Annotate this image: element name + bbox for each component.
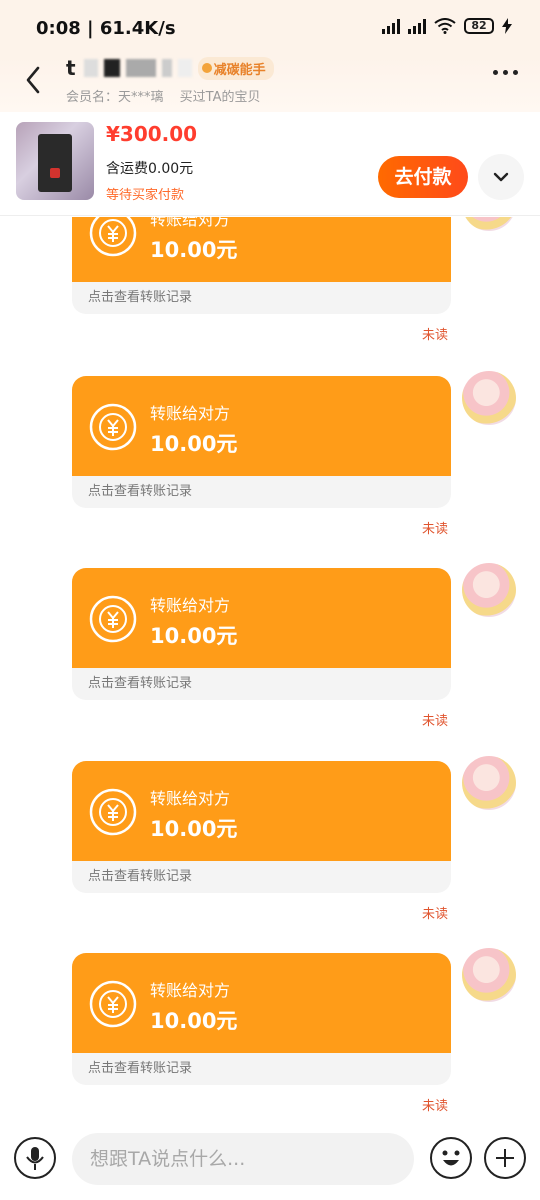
signal-icon-2: [408, 18, 426, 34]
unread-status: 未读: [422, 328, 449, 343]
contact-title: t 减碳能手: [66, 56, 274, 80]
order-card[interactable]: ¥300.00 含运费0.00元 等待买家付款 去付款: [0, 112, 540, 216]
transfer-amount: 10.00元: [150, 817, 238, 841]
pay-button[interactable]: 去付款: [378, 156, 468, 198]
low-carbon-badge: 减碳能手: [197, 56, 274, 80]
transfer-amount: 10.00元: [150, 624, 238, 648]
wifi-icon: [434, 18, 456, 34]
shipping-info: 含运费0.00元: [106, 161, 194, 177]
transfer-record-link[interactable]: 点击查看转账记录: [72, 1053, 451, 1085]
redacted-name: [83, 59, 192, 77]
transfer-yuan-icon: [89, 595, 137, 643]
transfer-yuan-icon: [89, 403, 137, 451]
signal-icon: [382, 18, 400, 34]
transfer-record-link[interactable]: 点击查看转账记录: [72, 668, 451, 700]
user-avatar[interactable]: [462, 756, 516, 810]
transfer-yuan-icon: [89, 980, 137, 1028]
transfer-title: 转账给对方: [150, 217, 231, 229]
unread-status: 未读: [422, 522, 449, 537]
bought-item-link[interactable]: 买过TA的宝贝: [180, 90, 261, 105]
contact-name-initial: t: [66, 56, 78, 80]
badge-label: 减碳能手: [213, 62, 266, 78]
transfer-bubble[interactable]: 转账给对方 10.00元 点击查看转账记录: [72, 217, 451, 314]
transfer-title: 转账给对方: [150, 981, 231, 1000]
transfer-amount: 10.00元: [150, 1009, 238, 1033]
transfer-yuan-icon: [89, 217, 137, 257]
user-avatar[interactable]: [462, 948, 516, 1002]
input-bar: [0, 1123, 540, 1200]
unread-status: 未读: [422, 714, 449, 729]
unread-status: 未读: [422, 1099, 449, 1114]
transfer-record-link[interactable]: 点击查看转账记录: [72, 861, 451, 893]
status-bar: 0:08 | 61.4K/s 82: [0, 0, 540, 56]
transfer-bubble[interactable]: 转账给对方 10.00元 点击查看转账记录: [72, 761, 451, 893]
transfer-amount: 10.00元: [150, 432, 238, 456]
emoji-icon: [442, 1150, 460, 1166]
product-image[interactable]: [16, 122, 94, 200]
microphone-icon: [26, 1147, 44, 1170]
battery-icon: 82: [464, 18, 494, 34]
transfer-title: 转账给对方: [150, 789, 231, 808]
expand-order-button[interactable]: [478, 154, 524, 200]
chat-header: t 减碳能手 会员名：天***璃 买过TA的宝贝: [0, 56, 540, 112]
plus-icon[interactable]: [484, 1137, 526, 1179]
transfer-record-link[interactable]: 点击查看转账记录: [72, 476, 451, 508]
transfer-title: 转账给对方: [150, 404, 231, 423]
more-dots-icon: [493, 70, 498, 75]
back-button[interactable]: [22, 64, 46, 96]
transfer-bubble[interactable]: 转账给对方 10.00元 点击查看转账记录: [72, 376, 451, 508]
emoji-button[interactable]: [430, 1137, 472, 1179]
member-name: 会员名：天***璃: [66, 90, 164, 105]
charging-icon: [502, 18, 512, 34]
more-options-button[interactable]: [493, 70, 518, 75]
user-avatar[interactable]: [462, 371, 516, 425]
transfer-yuan-icon: [89, 788, 137, 836]
transfer-amount: 10.00元: [150, 238, 238, 262]
transfer-record-link[interactable]: 点击查看转账记录: [72, 282, 451, 314]
message-input[interactable]: [72, 1133, 414, 1185]
transfer-bubble[interactable]: 转账给对方 10.00元 点击查看转账记录: [72, 953, 451, 1085]
order-status: 等待买家付款: [106, 188, 185, 203]
user-avatar[interactable]: [462, 563, 516, 617]
contact-subtitle: 会员名：天***璃 买过TA的宝贝: [66, 86, 260, 105]
status-icons: 82: [382, 18, 512, 34]
order-price: ¥300.00: [106, 122, 198, 146]
voice-button[interactable]: [14, 1137, 56, 1179]
back-arrow-icon: [26, 66, 40, 94]
transfer-title: 转账给对方: [150, 596, 231, 615]
unread-status: 未读: [422, 907, 449, 922]
chat-message-list[interactable]: 转账给对方 10.00元 点击查看转账记录 未读 转账给对方 10.00元 点击…: [0, 217, 540, 1123]
chevron-down-icon: [493, 172, 509, 182]
leaf-icon: [201, 63, 212, 73]
status-time: 0:08 | 61.4K/s: [36, 18, 176, 39]
user-avatar[interactable]: [462, 217, 516, 231]
transfer-bubble[interactable]: 转账给对方 10.00元 点击查看转账记录: [72, 568, 451, 700]
